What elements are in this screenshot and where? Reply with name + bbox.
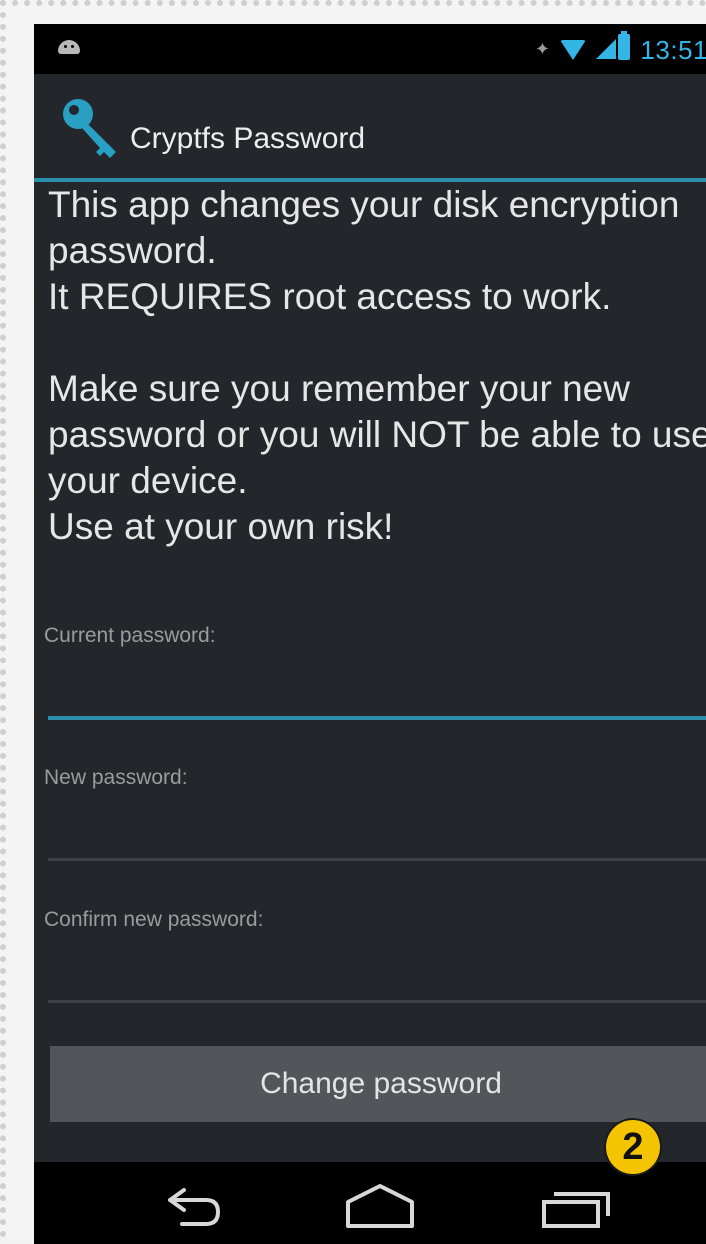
change-password-button[interactable]: Change password [50, 1046, 706, 1122]
signal-icon [596, 39, 616, 59]
new-password-underline [48, 858, 706, 861]
confirm-password-label: Confirm new password: [44, 908, 264, 931]
confirm-password-input[interactable] [48, 956, 706, 996]
home-icon[interactable] [330, 1176, 430, 1236]
current-password-label: Current password: [44, 624, 216, 647]
description-text: This app changes your disk encryption pa… [48, 184, 706, 547]
status-icons: ✦ [535, 36, 616, 62]
wifi-icon [560, 40, 586, 60]
new-password-input[interactable] [48, 814, 706, 854]
recent-apps-icon[interactable] [528, 1176, 628, 1236]
status-time: 13:51 [640, 35, 706, 65]
status-bar: ✦ 13:51 [34, 24, 706, 74]
battery-icon [618, 31, 630, 60]
annotation-badge: 2 [606, 1120, 660, 1174]
android-debug-icon [58, 40, 80, 54]
bluetooth-icon: ✦ [534, 38, 550, 59]
current-password-underline [48, 716, 706, 720]
confirm-password-underline [48, 1000, 706, 1003]
action-bar: Cryptfs Password [34, 74, 706, 182]
current-password-input[interactable] [48, 672, 706, 712]
phone-screen: ✦ 13:51 Cryptfs Password This app change… [34, 24, 706, 1244]
key-icon [63, 99, 116, 158]
new-password-label: New password: [44, 766, 188, 789]
page-frame: ✦ 13:51 Cryptfs Password This app change… [0, 0, 706, 1244]
app-title: Cryptfs Password [130, 122, 366, 155]
navigation-bar [34, 1162, 706, 1244]
back-icon[interactable] [140, 1176, 240, 1236]
